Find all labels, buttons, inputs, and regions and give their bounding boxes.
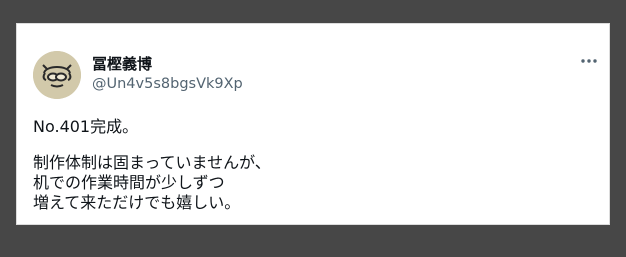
post-text-line: No.401完成。 <box>33 117 139 136</box>
avatar[interactable] <box>33 51 81 99</box>
post-text: No.401完成。 制作体制は固まっていませんが、 机での作業時間が少しずつ 増… <box>33 117 593 213</box>
post-text-line: 増えて来ただけでも嬉しい。 <box>33 193 241 212</box>
post-text-spacer <box>33 137 593 153</box>
author-handle[interactable]: @Un4v5s8bgsVk9Xp <box>92 76 243 92</box>
post-card: 冨樫義博 @Un4v5s8bgsVk9Xp No.401完成。 制作体制は固まっ… <box>16 23 610 225</box>
more-options-button[interactable] <box>577 52 601 70</box>
avatar-sketch-icon <box>33 51 81 99</box>
post-text-line: 制作体制は固まっていませんが、 <box>33 153 271 172</box>
more-horizontal-icon <box>581 59 597 63</box>
screenshot-background: 冨樫義博 @Un4v5s8bgsVk9Xp No.401完成。 制作体制は固まっ… <box>0 0 626 257</box>
post-text-line: 机での作業時間が少しずつ <box>33 173 225 192</box>
author-name[interactable]: 冨樫義博 <box>92 53 152 74</box>
